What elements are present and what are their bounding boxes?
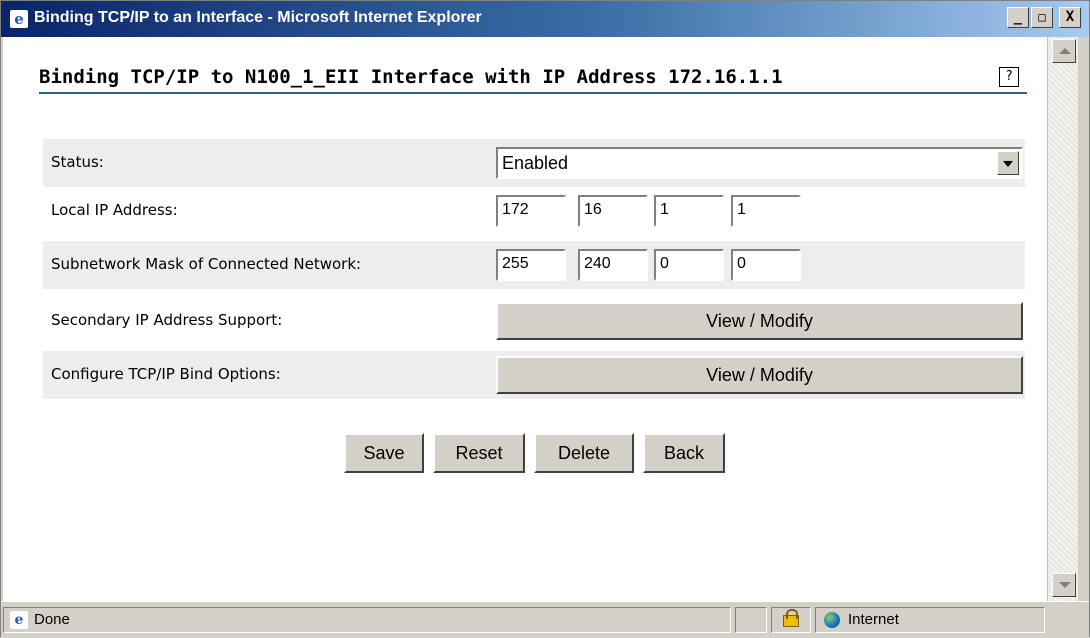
globe-icon <box>824 612 840 628</box>
dropdown-arrow-icon[interactable] <box>997 151 1019 175</box>
secondary-ip-label: Secondary IP Address Support: <box>51 311 283 329</box>
minimize-button[interactable]: _ <box>1007 7 1029 28</box>
status-main-cell: e Done <box>3 607 731 633</box>
local-ip-octet-3[interactable]: 1 <box>654 195 724 227</box>
status-value: Enabled <box>502 153 569 173</box>
local-ip-octet-2[interactable]: 16 <box>578 195 648 227</box>
secondary-ip-row: Secondary IP Address Support: View / Mod… <box>43 297 1025 345</box>
bind-options-view-modify-button[interactable]: View / Modify <box>496 356 1023 394</box>
subnet-mask-label: Subnetwork Mask of Connected Network: <box>51 255 362 273</box>
delete-button[interactable]: Delete <box>534 433 634 473</box>
local-ip-row: Local IP Address: 172 16 1 1 <box>43 187 1025 235</box>
subnet-mask-octet-2[interactable]: 240 <box>578 249 648 281</box>
ie-page-icon: e <box>10 611 28 629</box>
window-title: Binding TCP/IP to an Interface - Microso… <box>34 9 482 26</box>
subnet-mask-octet-1[interactable]: 255 <box>496 249 566 281</box>
page-title: Binding TCP/IP to N100_1_EII Interface w… <box>39 66 783 88</box>
local-ip-label: Local IP Address: <box>51 201 178 219</box>
status-bar: e Done Internet <box>1 601 1089 638</box>
scroll-up-icon[interactable] <box>1052 39 1076 63</box>
secondary-ip-view-modify-button[interactable]: View / Modify <box>496 302 1023 340</box>
status-select[interactable]: Enabled <box>496 147 1023 179</box>
subnet-mask-octet-4[interactable]: 0 <box>731 249 801 281</box>
subnet-mask-row: Subnetwork Mask of Connected Network: 25… <box>43 241 1025 289</box>
zone-text: Internet <box>848 611 899 628</box>
scroll-down-icon[interactable] <box>1052 573 1076 597</box>
ie-icon: e <box>10 10 28 28</box>
vertical-scrollbar[interactable] <box>1047 37 1078 601</box>
title-bar[interactable]: e Binding TCP/IP to an Interface - Micro… <box>1 1 1089 37</box>
local-ip-octet-4[interactable]: 1 <box>731 195 801 227</box>
local-ip-octet-1[interactable]: 172 <box>496 195 566 227</box>
status-text: Done <box>34 611 70 628</box>
save-button[interactable]: Save <box>344 433 424 473</box>
status-zone-cell: Internet <box>815 607 1045 633</box>
status-blank-cell <box>735 607 767 633</box>
bind-options-label: Configure TCP/IP Bind Options: <box>51 365 281 383</box>
back-button[interactable]: Back <box>643 433 725 473</box>
status-row: Status: Enabled <box>43 139 1025 187</box>
bind-options-row: Configure TCP/IP Bind Options: View / Mo… <box>43 351 1025 399</box>
maximize-button[interactable]: □ <box>1031 7 1053 28</box>
browser-window: e Binding TCP/IP to an Interface - Micro… <box>0 0 1090 638</box>
title-divider <box>39 92 1027 94</box>
status-lock-cell <box>771 607 811 633</box>
help-icon[interactable]: ? <box>999 67 1019 87</box>
reset-button[interactable]: Reset <box>433 433 525 473</box>
page-content: Binding TCP/IP to N100_1_EII Interface w… <box>3 37 1047 601</box>
close-button[interactable]: X <box>1059 7 1081 28</box>
status-label: Status: <box>51 153 104 171</box>
subnet-mask-octet-3[interactable]: 0 <box>654 249 724 281</box>
